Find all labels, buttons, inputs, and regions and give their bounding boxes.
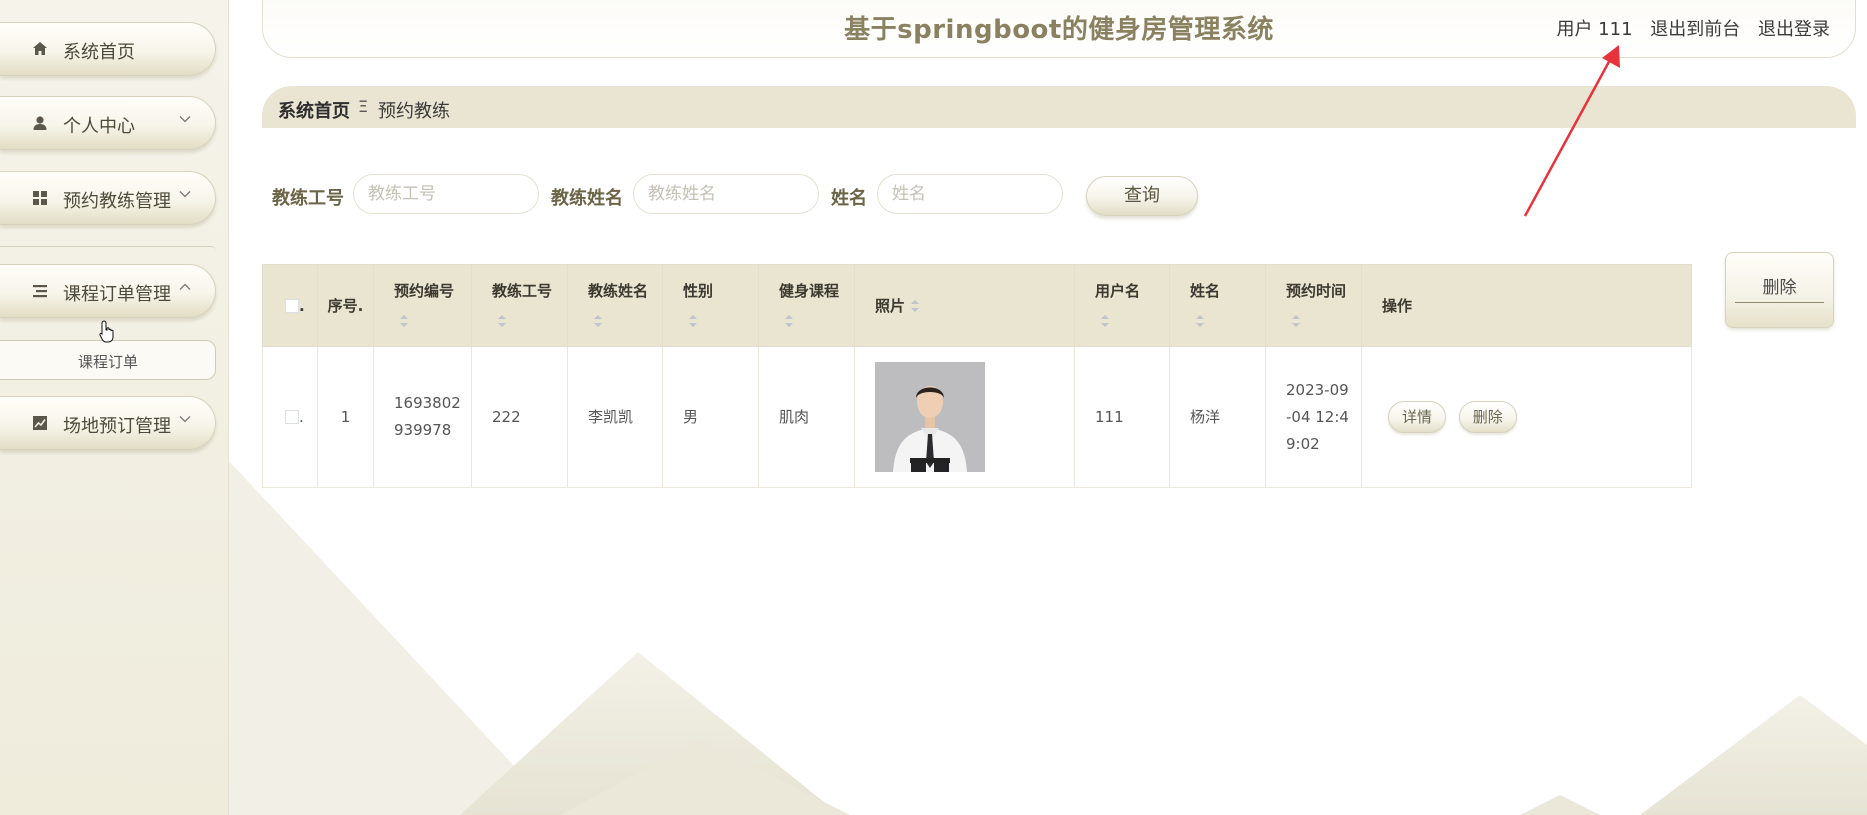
sidebar-item-label: 场地预订管理 — [63, 416, 171, 437]
booking-time-header[interactable]: 预约时间 — [1265, 264, 1362, 347]
booking-no-header[interactable]: 预约编号 — [373, 264, 472, 347]
sort-icon[interactable] — [498, 315, 506, 327]
bookings-table: . 序号. 预约编号 教练工号 教练姓名 性别 健身课程 照片 用户名 姓名 预… — [262, 264, 1692, 488]
header-label: 预约编号 — [394, 281, 455, 300]
name-label: 姓名 — [831, 188, 867, 209]
row-select-cell[interactable]: . — [262, 346, 318, 488]
grid-icon — [33, 191, 47, 205]
name-input[interactable] — [877, 174, 1063, 214]
sidebar-item-personal-center[interactable]: 个人中心 — [0, 96, 216, 150]
query-button[interactable]: 查询 — [1086, 176, 1198, 216]
photo-cell — [854, 346, 1075, 488]
button-underline — [1735, 302, 1824, 303]
sidebar: 系统首页 个人中心 预约教练管理 课程订单管理 课程订单 场地预订管理 — [0, 0, 229, 815]
breadcrumb: 系统首页 Ξ 预约教练 — [262, 86, 1856, 128]
select-all-checkbox[interactable] — [285, 299, 299, 313]
detail-button[interactable]: 详情 — [1388, 401, 1447, 433]
top-header: 基于springboot的健身房管理系统 用户 111 退出到前台 退出登录 — [262, 0, 1856, 58]
header-label: . — [299, 296, 305, 315]
home-icon — [33, 42, 47, 55]
user-icon — [33, 116, 47, 130]
username-cell: 111 — [1074, 346, 1170, 488]
header-links: 用户 111 退出到前台 退出登录 — [1544, 15, 1830, 41]
sidebar-item-label: 课程订单管理 — [63, 284, 171, 305]
header-label: 姓名 — [1190, 281, 1221, 300]
sidebar-item-coach-booking[interactable]: 预约教练管理 — [0, 171, 216, 225]
header-label: 用户名 — [1095, 281, 1141, 300]
menu-divider — [0, 246, 216, 251]
header-label: 照片 — [875, 296, 906, 315]
select-all-header[interactable]: . — [262, 264, 318, 347]
actions-cell: 详情 删除 — [1361, 346, 1692, 488]
mouse-pointer-icon — [99, 320, 114, 343]
header-label: 操作 — [1382, 296, 1413, 315]
row-delete-button[interactable]: 删除 — [1458, 401, 1517, 433]
chevron-up-icon — [179, 283, 191, 290]
coach-photo — [875, 362, 985, 472]
sort-icon[interactable] — [689, 315, 697, 327]
sort-icon[interactable] — [1101, 315, 1109, 327]
header-label: 预约时间 — [1286, 281, 1347, 300]
coach-id-label: 教练工号 — [272, 188, 344, 209]
header-label: 教练姓名 — [588, 281, 649, 300]
sidebar-item-home[interactable]: 系统首页 — [0, 22, 216, 76]
header-label: 教练工号 — [492, 281, 553, 300]
booking-no-cell: 1693802939978 — [373, 346, 472, 488]
to-frontend-link[interactable]: 退出到前台 — [1650, 19, 1740, 40]
submenu-item-course-order[interactable]: 课程订单 — [0, 340, 216, 380]
row-index-cell: 1 — [317, 346, 374, 488]
sidebar-item-label: 个人中心 — [63, 116, 135, 137]
table-header-row: . 序号. 预约编号 教练工号 教练姓名 性别 健身课程 照片 用户名 姓名 预… — [262, 264, 1692, 347]
sort-icon[interactable] — [785, 315, 793, 327]
sidebar-item-course-orders[interactable]: 课程订单管理 — [0, 264, 216, 318]
course-cell: 肌肉 — [758, 346, 855, 488]
sort-icon[interactable] — [594, 315, 602, 327]
coach-id-cell: 222 — [471, 346, 568, 488]
chevron-down-icon — [179, 416, 191, 423]
breadcrumb-home[interactable]: 系统首页 — [278, 97, 350, 123]
sort-icon[interactable] — [1292, 315, 1300, 327]
list-icon — [33, 285, 47, 298]
sidebar-item-venue-booking[interactable]: 场地预订管理 — [0, 396, 216, 450]
booking-time-cell: 2023-09-04 12:49:02 — [1265, 346, 1362, 488]
batch-delete-button[interactable]: 删除 — [1725, 252, 1834, 328]
coach-name-label: 教练姓名 — [551, 188, 623, 209]
sort-icon[interactable] — [400, 315, 408, 327]
sort-icon[interactable] — [1196, 315, 1204, 327]
coach-name-header[interactable]: 教练姓名 — [567, 264, 663, 347]
sort-icon[interactable] — [911, 300, 920, 312]
row-checkbox[interactable] — [285, 410, 299, 424]
coach-name-input[interactable] — [633, 174, 819, 214]
breadcrumb-separator: Ξ — [358, 97, 369, 116]
logout-link[interactable]: 退出登录 — [1758, 19, 1830, 40]
gender-header[interactable]: 性别 — [662, 264, 759, 347]
photo-header[interactable]: 照片 — [854, 264, 1075, 347]
batch-delete-label: 删除 — [1762, 278, 1797, 298]
table-row: . 1 1693802939978 222 李凯凯 男 肌肉 111 杨洋 20… — [262, 346, 1692, 488]
index-header: 序号. — [317, 264, 374, 347]
coach-name-cell: 李凯凯 — [567, 346, 663, 488]
chevron-down-icon — [179, 116, 191, 123]
sidebar-item-label: 预约教练管理 — [63, 191, 171, 212]
submenu-item-label: 课程订单 — [77, 353, 138, 371]
cell-text: . — [299, 407, 304, 426]
username-header[interactable]: 用户名 — [1074, 264, 1170, 347]
gender-cell: 男 — [662, 346, 759, 488]
sidebar-item-label: 系统首页 — [63, 42, 135, 63]
breadcrumb-current: 预约教练 — [378, 101, 450, 122]
header-label: 性别 — [683, 281, 714, 300]
coach-id-input[interactable] — [353, 174, 539, 214]
header-label: 健身课程 — [779, 281, 840, 300]
coach-id-header[interactable]: 教练工号 — [471, 264, 568, 347]
name-header[interactable]: 姓名 — [1169, 264, 1266, 347]
chevron-down-icon — [179, 191, 191, 198]
header-label: 序号. — [327, 296, 364, 315]
course-header[interactable]: 健身课程 — [758, 264, 855, 347]
user-label: 用户 111 — [1556, 19, 1633, 40]
chart-icon — [33, 416, 47, 430]
actions-header: 操作 — [1361, 264, 1692, 347]
name-cell: 杨洋 — [1169, 346, 1266, 488]
